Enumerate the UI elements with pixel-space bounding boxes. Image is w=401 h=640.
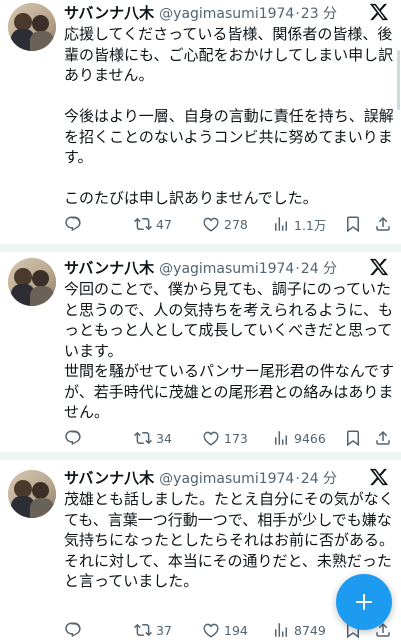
tweet-separator xyxy=(0,452,401,460)
share-icon xyxy=(376,430,390,445)
display-name[interactable]: サバンナ八木 xyxy=(64,2,154,23)
like-count: 173 xyxy=(224,430,248,446)
retweet-button[interactable]: 37 xyxy=(134,621,172,639)
display-name[interactable]: サバンナ八木 xyxy=(64,257,154,278)
compose-button[interactable] xyxy=(336,574,392,630)
views-button[interactable]: 1.1万 xyxy=(272,215,326,234)
bookmark-icon xyxy=(347,430,359,447)
user-handle[interactable]: @yagimasumi1974 xyxy=(159,471,294,487)
heart-icon xyxy=(203,623,219,638)
like-count: 194 xyxy=(224,622,248,638)
reply-icon xyxy=(65,216,81,232)
reply-button[interactable] xyxy=(64,429,82,447)
avatar[interactable] xyxy=(8,3,56,51)
reply-button[interactable] xyxy=(64,215,82,233)
views-icon xyxy=(275,431,287,445)
x-logo-icon xyxy=(369,258,389,276)
user-handle[interactable]: @yagimasumi1974 xyxy=(159,261,294,277)
action-bar: 34 173 9466 xyxy=(64,428,394,448)
bookmark-button[interactable] xyxy=(344,215,362,233)
display-name[interactable]: サバンナ八木 xyxy=(64,467,154,488)
retweet-button[interactable]: 34 xyxy=(134,429,172,447)
separator-dot: · xyxy=(295,261,300,277)
bookmark-button[interactable] xyxy=(344,429,362,447)
x-logo-icon xyxy=(369,468,389,486)
timestamp[interactable]: 24 分 xyxy=(301,468,337,488)
views-icon xyxy=(275,217,287,231)
retweet-icon xyxy=(134,431,152,445)
retweet-button[interactable]: 47 xyxy=(134,215,172,233)
x-logo-icon xyxy=(369,3,389,21)
reply-icon xyxy=(65,430,81,446)
like-count: 278 xyxy=(224,216,248,232)
views-icon xyxy=(275,623,287,637)
view-count: 1.1万 xyxy=(294,217,327,233)
tweet-text: 今回のことで、僕から見ても、調子にのっていたと思うので、人の気持ちを考えられるよ… xyxy=(64,280,395,421)
bookmark-icon xyxy=(347,216,359,233)
retweet-count: 34 xyxy=(156,430,172,446)
view-count: 8749 xyxy=(294,622,326,638)
retweet-count: 47 xyxy=(156,216,172,232)
tweet-text: 茂雄とも話しました。たとえ自分にその気がなくても、言葉一つ行動一つで、相手が少し… xyxy=(64,490,395,590)
scrollbar[interactable] xyxy=(397,50,400,110)
separator-dot: · xyxy=(295,6,300,22)
reply-icon xyxy=(65,622,81,638)
tweet[interactable]: サバンナ八木 @yagimasumi1974 · 23 分 応援してくださってい… xyxy=(0,0,401,244)
share-button[interactable] xyxy=(374,215,392,233)
view-count: 9466 xyxy=(294,430,326,446)
like-button[interactable]: 278 xyxy=(202,215,248,233)
retweet-icon xyxy=(134,217,152,231)
tweet[interactable]: サバンナ八木 @yagimasumi1974 · 24 分 今回のことで、僕から… xyxy=(0,252,401,452)
user-handle[interactable]: @yagimasumi1974 xyxy=(159,6,294,22)
share-icon xyxy=(376,216,390,231)
heart-icon xyxy=(203,431,219,446)
heart-icon xyxy=(203,217,219,232)
timestamp[interactable]: 23 分 xyxy=(301,3,337,23)
views-button[interactable]: 8749 xyxy=(272,621,326,639)
like-button[interactable]: 173 xyxy=(202,429,248,447)
views-button[interactable]: 9466 xyxy=(272,429,326,447)
retweet-icon xyxy=(134,623,152,637)
like-button[interactable]: 194 xyxy=(202,621,248,639)
timestamp[interactable]: 24 分 xyxy=(301,258,337,278)
plus-icon xyxy=(356,594,372,610)
retweet-count: 37 xyxy=(156,622,172,638)
tweet-separator xyxy=(0,244,401,252)
action-bar: 47 278 1.1万 xyxy=(64,214,394,234)
separator-dot: · xyxy=(295,471,300,487)
avatar[interactable] xyxy=(8,470,56,518)
share-button[interactable] xyxy=(374,429,392,447)
avatar[interactable] xyxy=(8,258,56,306)
tweet-text: 応援してくださっている皆様、関係者の皆様、後輩の皆様にも、ご心配をおかけしてしま… xyxy=(64,25,394,207)
reply-button[interactable] xyxy=(64,621,82,639)
